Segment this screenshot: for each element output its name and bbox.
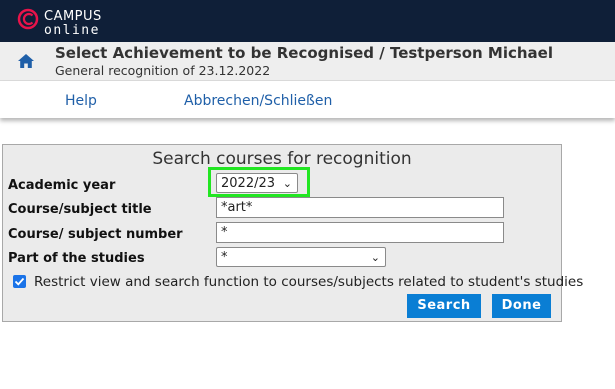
panel-title: Search courses for recognition	[152, 149, 412, 169]
course-title-value: *art*	[221, 200, 253, 215]
course-number-label: Course/ subject number	[8, 227, 183, 242]
academic-year-label: Academic year	[8, 178, 116, 193]
restrict-checkbox[interactable]	[13, 275, 26, 288]
highlight-box	[208, 167, 310, 197]
page-title: Select Achievement to be Recognised / Te…	[55, 44, 553, 62]
part-of-studies-value: *	[221, 250, 228, 265]
help-link[interactable]: Help	[65, 93, 97, 109]
action-bar: Help Abbrechen/Schließen	[0, 81, 615, 118]
chevron-down-icon: ⌄	[370, 251, 380, 264]
course-title-label: Course/subject title	[8, 202, 152, 217]
done-button[interactable]: Done	[492, 294, 551, 318]
restrict-checkbox-label[interactable]: Restrict view and search function to cou…	[34, 274, 583, 290]
logo-ring-icon	[17, 8, 39, 30]
course-number-value: *	[221, 225, 228, 240]
course-number-input[interactable]: *	[216, 222, 504, 243]
part-of-studies-label: Part of the studies	[8, 251, 145, 266]
search-courses-panel: Search courses for recognition Academic …	[2, 144, 583, 322]
page-header: Select Achievement to be Recognised / Te…	[0, 42, 615, 81]
cancel-close-link[interactable]: Abbrechen/Schließen	[184, 93, 332, 109]
logo-text-campus: CAMPUS	[44, 9, 102, 24]
course-title-input[interactable]: *art*	[216, 197, 504, 218]
page-subtitle: General recognition of 23.12.2022	[55, 63, 271, 78]
part-of-studies-select[interactable]: * ⌄	[216, 247, 386, 267]
search-button[interactable]: Search	[407, 294, 481, 318]
campus-online-logo[interactable]: CAMPUS online	[17, 6, 147, 38]
logo-text-online: online	[44, 23, 100, 38]
checkmark-icon	[14, 277, 25, 286]
top-bar: CAMPUS online	[0, 0, 615, 42]
home-icon[interactable]	[18, 54, 34, 73]
